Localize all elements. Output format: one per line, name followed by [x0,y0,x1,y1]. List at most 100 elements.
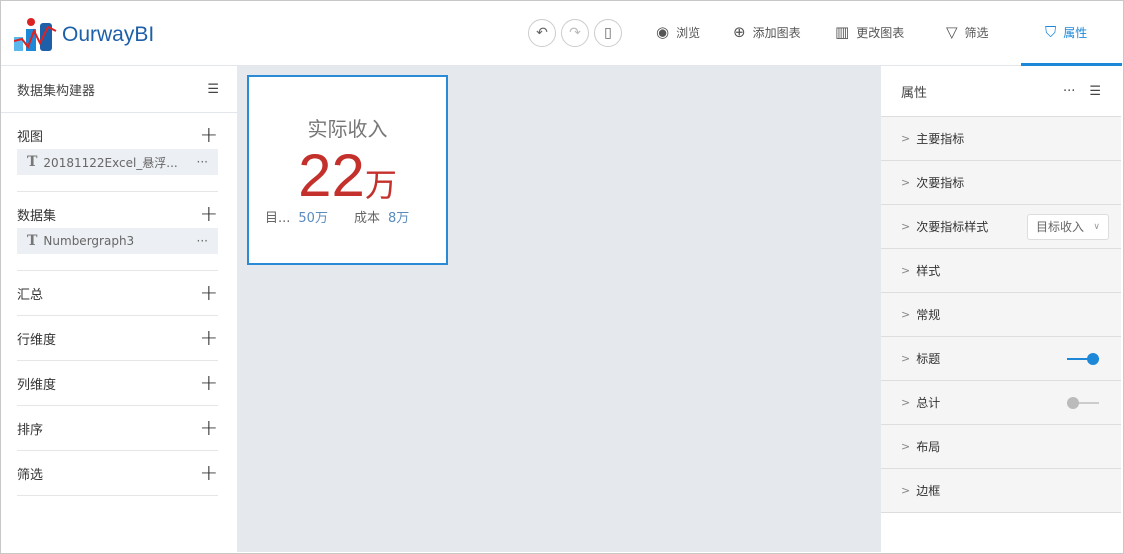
change-chart-button[interactable]: ▥ 更改图表 [835,23,904,41]
panel-title: 数据集构建器 [17,83,96,99]
add-icon[interactable]: + [200,281,218,306]
item-label: 20181122Excel_悬浮... [43,155,178,170]
prop-border[interactable]: > 边框 [881,469,1121,513]
card-title: 实际收入 [307,117,388,141]
prop-style[interactable]: > 样式 [881,249,1121,293]
chevron-right-icon: > [901,440,911,453]
row-label: 次要指标 [916,176,965,190]
more-icon[interactable]: ··· [197,155,208,169]
secondary-metrics: 目... 50万 成本 8万 [265,207,409,226]
prop-primary-metric[interactable]: > 主要指标 [881,117,1121,161]
item-label: Numbergraph3 [43,234,135,248]
canvas: 实际收入 22万 目... 50万 成本 8万 [237,66,881,552]
row-label: 布局 [916,440,941,454]
row-label: 样式 [916,264,941,278]
row-label: 边框 [916,484,941,498]
section-label: 筛选 [17,467,44,483]
row-label: 标题 [916,352,941,366]
add-chart-button[interactable]: ⊕ 添加图表 [733,23,801,41]
prop-total[interactable]: > 总计 [881,381,1121,425]
section-sort: 排序 + [17,406,218,451]
collapse-icon[interactable]: ☰ [207,82,219,97]
mobile-preview-button[interactable]: ▯ [594,19,622,47]
section-dataset: 数据集 + T Numbergraph3 ··· [17,192,218,271]
section-label: 列维度 [17,377,57,393]
eye-icon: ◉ [656,23,670,41]
add-icon[interactable]: + [200,461,218,486]
chevron-right-icon: > [901,396,911,409]
plus-circle-icon: ⊕ [733,23,746,41]
cost-value: 8万 [387,211,410,226]
chevron-right-icon: > [901,264,911,277]
add-icon[interactable]: + [200,202,218,227]
change-chart-label: 更改图表 [856,25,905,40]
section-label: 汇总 [17,287,44,303]
number-card[interactable]: 实际收入 22万 目... 50万 成本 8万 [247,75,448,265]
more-icon[interactable]: ··· [1063,84,1075,99]
header: OurwayBI ↶ ↷ ▯ ◉ 浏览 ⊕ 添加图表 ▥ 更改图表 ▽ 筛选 ⛉ 属性 [1,1,1122,66]
panel-title: 属性 [901,85,928,101]
section-filter: 筛选 + [17,451,218,496]
chevron-down-icon: ∨ [1093,221,1100,232]
add-icon[interactable]: + [200,123,218,148]
properties-label: 属性 [1063,25,1088,40]
add-chart-label: 添加图表 [752,25,801,40]
row-label: 主要指标 [916,132,965,146]
target-label: 目... [265,211,291,226]
properties-tab[interactable]: ⛉ 属性 [1045,23,1087,41]
filter-label: 筛选 [964,25,989,40]
redo-button[interactable]: ↷ [561,19,589,47]
browse-button[interactable]: ◉ 浏览 [656,23,700,41]
chevron-right-icon: > [901,352,911,365]
prop-title[interactable]: > 标题 [881,337,1121,381]
section-label: 行维度 [17,332,57,348]
section-view: 视图 + T 20181122Excel_悬浮... ··· [17,113,218,192]
section-label: 视图 [17,129,44,145]
bar-chart-icon: ▥ [835,23,850,41]
card-value: 22万 [249,141,446,210]
list-item[interactable]: T 20181122Excel_悬浮... ··· [17,149,218,175]
dataset-builder-panel: 数据集构建器 ☰ 视图 + T 20181122Excel_悬浮... ··· 数据集 +… [1,66,237,552]
section-row-dimension: 行维度 + [17,316,218,361]
properties-panel: 属性 ··· ☰ > 主要指标 > 次要指标 > 次要指标样式 目标收入 ∨ > 样式 > 常规 … [881,66,1121,552]
filter-button[interactable]: ▽ 筛选 [946,23,989,41]
add-icon[interactable]: + [200,416,218,441]
section-label: 数据集 [17,208,57,224]
target-value: 50万 [298,211,328,226]
add-icon[interactable]: + [200,371,218,396]
filter-icon: ▽ [946,23,958,41]
chevron-right-icon: > [901,132,911,145]
chevron-right-icon: > [901,308,911,321]
text-type-icon: T [27,233,38,249]
shirt-icon: ⛉ [1045,23,1057,41]
section-summary: 汇总 + [17,271,218,316]
total-toggle[interactable] [1067,396,1099,409]
chevron-right-icon: > [901,484,911,497]
value-unit: 万 [364,166,397,204]
chevron-right-icon: > [901,220,911,233]
prop-layout[interactable]: > 布局 [881,425,1121,469]
undo-button[interactable]: ↶ [528,19,556,47]
prop-secondary-metric[interactable]: > 次要指标 [881,161,1121,205]
value-number: 22 [298,142,365,209]
prop-general[interactable]: > 常规 [881,293,1121,337]
row-label: 常规 [916,308,941,322]
collapse-icon[interactable]: ☰ [1089,84,1101,99]
chevron-right-icon: > [901,176,911,189]
logo: OurwayBI [14,17,154,53]
list-item[interactable]: T Numbergraph3 ··· [17,228,218,254]
logo-icon [14,18,57,51]
title-toggle[interactable] [1067,352,1099,365]
browse-label: 浏览 [676,25,701,40]
section-label: 排序 [17,422,44,438]
logo-text: OurwayBI [62,23,155,46]
secondary-style-select[interactable]: 目标收入 ∨ [1027,213,1109,240]
more-icon[interactable]: ··· [197,234,208,248]
row-label: 总计 [916,396,941,410]
row-label: 次要指标样式 [916,220,989,234]
add-icon[interactable]: + [200,326,218,351]
section-column-dimension: 列维度 + [17,361,218,406]
prop-secondary-style[interactable]: > 次要指标样式 目标收入 ∨ [881,205,1121,249]
text-type-icon: T [27,154,38,170]
cost-label: 成本 [353,211,380,226]
